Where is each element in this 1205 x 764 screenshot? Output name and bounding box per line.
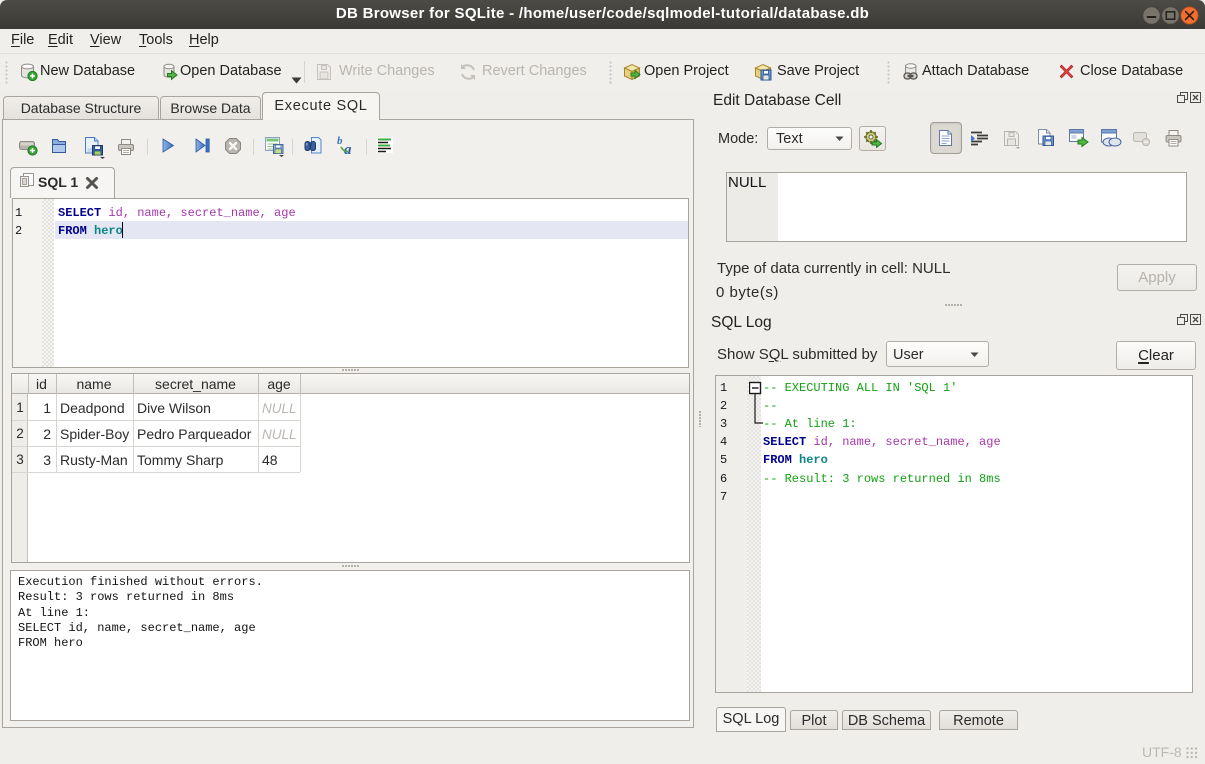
svg-text:a: a (344, 142, 352, 156)
svg-text:b: b (337, 135, 343, 147)
